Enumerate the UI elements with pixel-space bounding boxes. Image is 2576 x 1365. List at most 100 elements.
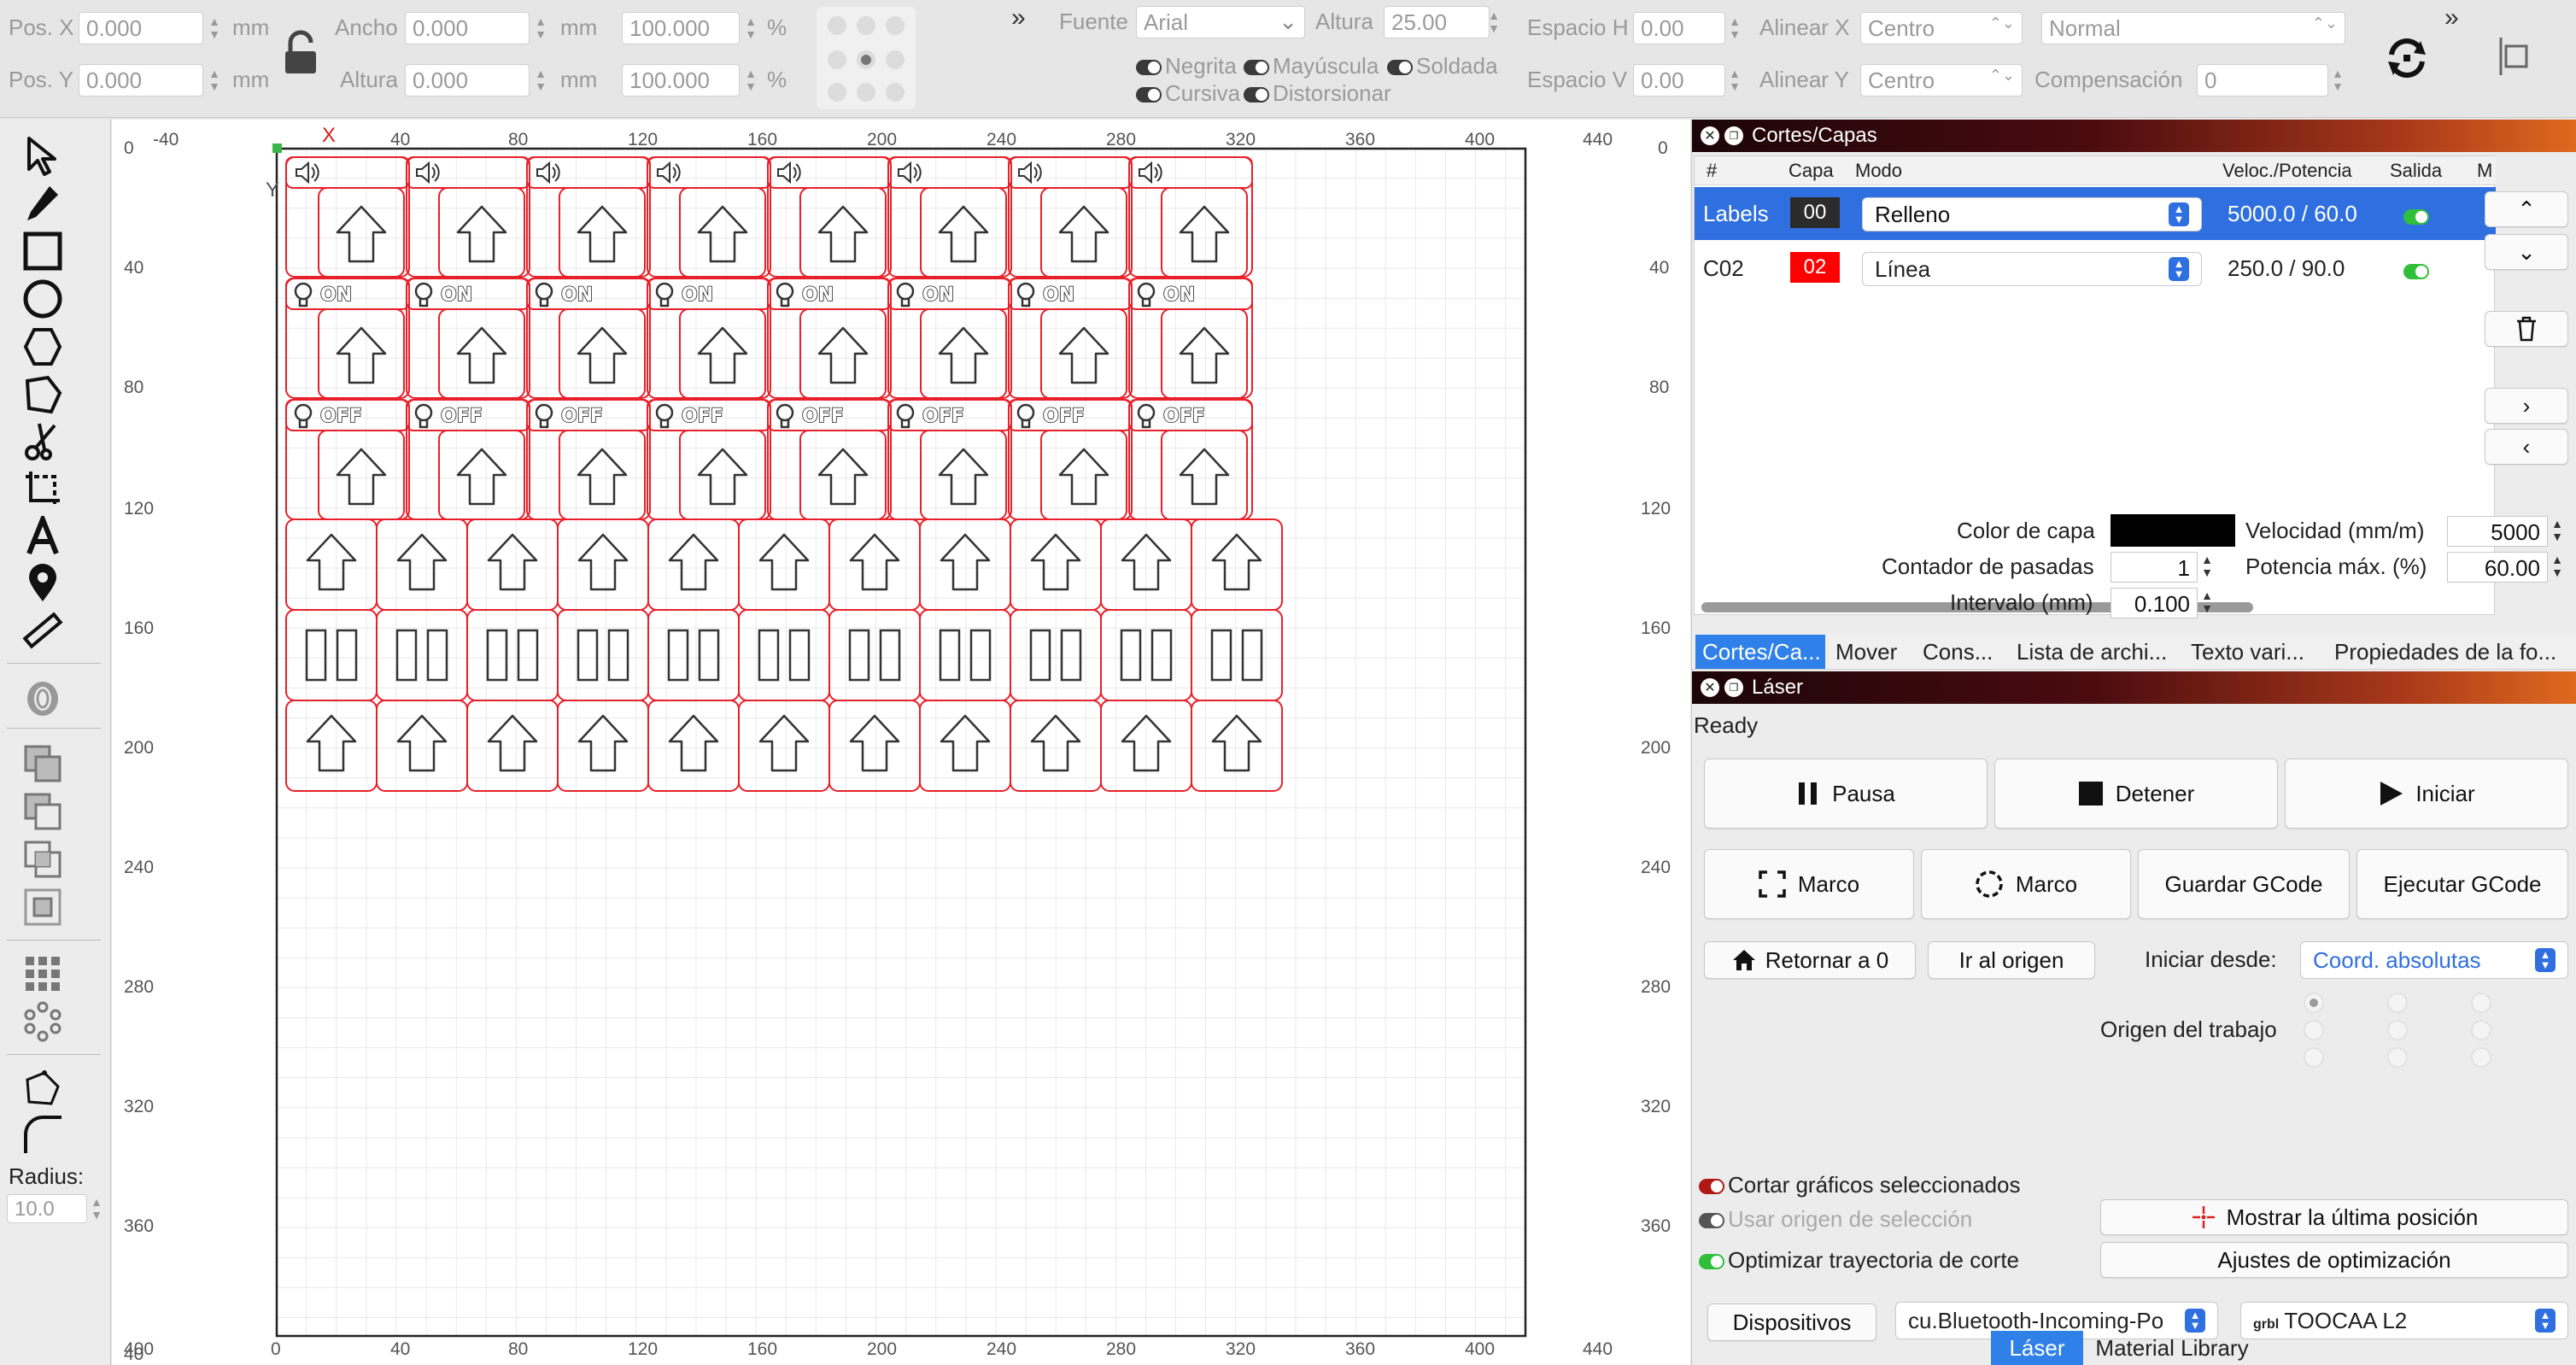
move-layer-down-button[interactable]: ⌄: [2485, 234, 2568, 270]
frame-button[interactable]: Marco: [1704, 849, 1914, 919]
show-last-position-button[interactable]: Mostrar la última posición: [2100, 1199, 2568, 1235]
mayuscula-toggle[interactable]: Mayúscula: [1244, 53, 1379, 79]
espacio-v-stepper[interactable]: ▲ ▼: [1725, 64, 1744, 97]
refresh-icon[interactable]: [2383, 34, 2431, 82]
pasadas-stepper[interactable]: ▲ ▼: [2198, 550, 2216, 583]
text-tool-icon[interactable]: [19, 513, 67, 560]
canvas-drawing[interactable]: -40 X 40 80 120 160 200 240 280 320 360 …: [112, 120, 1690, 1365]
collapse-panel-button[interactable]: ‹: [2485, 429, 2568, 465]
position-marker-icon[interactable]: [19, 559, 67, 606]
layer-color-swatch[interactable]: 02: [1790, 252, 1840, 283]
pos-y-input[interactable]: 0.000: [79, 64, 203, 97]
intervalo-stepper[interactable]: ▲ ▼: [2198, 586, 2216, 618]
return-to-zero-button[interactable]: Retornar a 0: [1704, 941, 1916, 979]
velocidad-input[interactable]: 5000: [2447, 516, 2548, 547]
rectangle-tool-icon[interactable]: [19, 227, 67, 275]
soldada-toggle[interactable]: Soldada: [1387, 53, 1497, 79]
ancho-input[interactable]: 0.000: [405, 12, 530, 44]
output-toggle[interactable]: [2403, 204, 2433, 229]
use-selection-origin-toggle[interactable]: Usar origen de selección: [1699, 1206, 1972, 1233]
optimize-path-toggle[interactable]: Optimizar trayectoria de corte: [1699, 1247, 2019, 1274]
save-gcode-button[interactable]: Guardar GCode: [2138, 849, 2350, 919]
altura-stepper[interactable]: ▲ ▼: [531, 64, 550, 97]
optimization-settings-button[interactable]: Ajustes de optimización: [2100, 1242, 2568, 1278]
alinear-y-select[interactable]: Centro ⌃⌄: [1860, 64, 2023, 97]
espacio-h-stepper[interactable]: ▲ ▼: [1725, 12, 1744, 44]
boolean-intersect-icon[interactable]: [19, 835, 67, 883]
run-gcode-button[interactable]: Ejecutar GCode: [2356, 849, 2568, 919]
circular-array-icon[interactable]: [19, 998, 67, 1046]
close-icon[interactable]: ✕: [1701, 126, 1719, 145]
ancho-stepper[interactable]: ▲ ▼: [531, 12, 550, 44]
crop-tool-icon[interactable]: [19, 465, 67, 513]
start-from-select[interactable]: Coord. absolutas ▲ ▼: [2300, 941, 2568, 979]
tab-consola[interactable]: Cons...: [1916, 635, 2006, 669]
scale-height-stepper[interactable]: ▲ ▼: [741, 64, 760, 97]
layer-row-c02[interactable]: C02 02 Línea ▲ ▼ 250.0 / 90.0: [1695, 242, 2496, 295]
espacio-v-input[interactable]: 0.00: [1633, 64, 1725, 97]
scale-height-input[interactable]: 100.000: [622, 64, 740, 97]
pencil-tool-icon[interactable]: [19, 179, 67, 227]
layer-color-picker[interactable]: [2111, 514, 2235, 547]
alinear-x-select[interactable]: Centro ⌃⌄: [1860, 12, 2023, 44]
ellipse-tool-icon[interactable]: [19, 275, 67, 323]
toolbar-overflow-button[interactable]: »: [1011, 3, 1026, 32]
tab-texto-variable[interactable]: Texto vari...: [2184, 635, 2324, 669]
polygon-tool-icon[interactable]: [19, 323, 67, 371]
delete-layer-button[interactable]: [2485, 311, 2568, 347]
go-to-origin-button[interactable]: Ir al origen: [1928, 941, 2095, 979]
font-height-stepper[interactable]: ▲ ▼: [1484, 6, 1503, 38]
cut-selected-toggle[interactable]: Cortar gráficos seleccionados: [1699, 1172, 2021, 1198]
toolbar-overflow-button-2[interactable]: »: [2444, 3, 2459, 32]
tab-laser[interactable]: Láser: [1991, 1331, 2083, 1365]
tab-propiedades-forma[interactable]: Propiedades de la fo...: [2327, 635, 2573, 669]
compensacion-stepper[interactable]: ▲ ▼: [2328, 64, 2347, 97]
layer-mode-select[interactable]: Relleno ▲ ▼: [1862, 197, 2202, 231]
pos-x-stepper[interactable]: ▲ ▼: [205, 12, 224, 44]
stop-button[interactable]: Detener: [1994, 759, 2278, 829]
potencia-input[interactable]: 60.00: [2447, 552, 2548, 583]
font-height-input[interactable]: 25.00: [1384, 6, 1490, 38]
radius-stepper[interactable]: ▲ ▼: [87, 1192, 106, 1225]
job-origin-selector[interactable]: [2290, 991, 2512, 1073]
tab-mover[interactable]: Mover: [1829, 635, 1914, 669]
pasadas-input[interactable]: 1: [2111, 552, 2198, 583]
scale-width-input[interactable]: 100.000: [622, 12, 740, 44]
layer-mode-select[interactable]: Línea ▲ ▼: [1862, 252, 2202, 286]
radius-input[interactable]: 10.0: [7, 1194, 87, 1223]
potencia-stepper[interactable]: ▲ ▼: [2548, 550, 2567, 583]
start-button[interactable]: Iniciar: [2285, 759, 2568, 829]
pos-y-stepper[interactable]: ▲ ▼: [205, 64, 224, 97]
scissors-tool-icon[interactable]: [19, 417, 67, 465]
layer-row-labels[interactable]: Labels 00 Relleno ▲ ▼ 5000.0 / 60.0: [1695, 187, 2496, 240]
offset-tool-icon[interactable]: [19, 675, 67, 723]
select-tool-icon[interactable]: [19, 132, 67, 179]
scale-width-stepper[interactable]: ▲ ▼: [741, 12, 760, 44]
float-icon[interactable]: ❐: [1724, 678, 1743, 697]
pentagon-tool-icon[interactable]: [19, 371, 67, 419]
output-toggle[interactable]: [2403, 259, 2433, 284]
measure-tool-icon[interactable]: [19, 606, 67, 654]
velocidad-stepper[interactable]: ▲ ▼: [2548, 514, 2567, 547]
close-icon[interactable]: ✕: [1701, 678, 1719, 697]
cursiva-toggle[interactable]: Cursiva: [1136, 80, 1240, 107]
distorsionar-toggle[interactable]: Distorsionar: [1244, 80, 1391, 107]
pos-x-input[interactable]: 0.000: [79, 12, 203, 44]
frame-circle-button[interactable]: Marco: [1921, 849, 2131, 919]
move-layer-up-button[interactable]: ⌃: [2485, 191, 2568, 227]
boolean-union-icon[interactable]: [19, 740, 67, 788]
align-tool-icon[interactable]: [2494, 34, 2540, 79]
rotate-path-icon[interactable]: [19, 1064, 67, 1112]
lock-icon[interactable]: [282, 29, 321, 77]
boolean-subtract-icon[interactable]: [19, 788, 67, 835]
intervalo-input[interactable]: 0.100: [2111, 588, 2198, 618]
negrita-toggle[interactable]: Negrita: [1136, 53, 1237, 79]
float-icon[interactable]: ❐: [1724, 126, 1743, 145]
tab-lista-archivos[interactable]: Lista de archi...: [2010, 635, 2181, 669]
tab-material-library[interactable]: Material Library: [2087, 1331, 2257, 1365]
boolean-weld-icon[interactable]: [19, 883, 67, 931]
anchor-point-selector[interactable]: [817, 7, 916, 109]
altura-input[interactable]: 0.000: [405, 64, 530, 97]
compensacion-input[interactable]: 0: [2197, 64, 2328, 97]
tab-cortes-capas[interactable]: Cortes/Ca...: [1695, 635, 1825, 669]
